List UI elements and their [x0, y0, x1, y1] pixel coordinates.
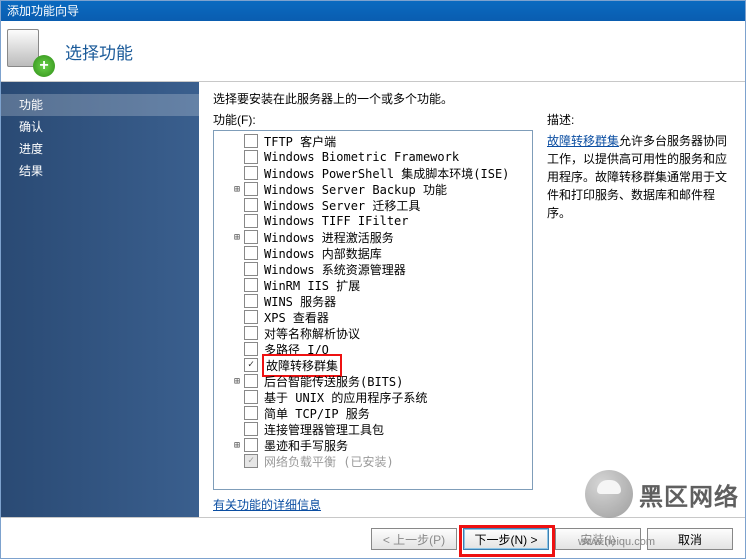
feature-checkbox[interactable] — [244, 150, 258, 164]
feature-checkbox[interactable] — [244, 326, 258, 340]
feature-checkbox[interactable] — [244, 246, 258, 260]
feature-label: TFTP 客户端 — [262, 133, 338, 150]
expand-plus-icon[interactable]: ⊞ — [230, 376, 244, 387]
feature-row[interactable]: ⊞ 墨迹和手写服务 — [216, 437, 532, 453]
feature-row[interactable]: 故障转移群集 — [216, 357, 532, 373]
feature-row[interactable]: WINS 服务器 — [216, 293, 532, 309]
feature-checkbox[interactable] — [244, 374, 258, 388]
description-text: 故障转移群集允许多台服务器协同工作，以提供高可用性的服务和应用程序。故障转移群集… — [547, 132, 735, 222]
watermark-url: www.heiqu.com — [578, 536, 655, 548]
sidebar-step[interactable]: 进度 — [1, 138, 199, 160]
feature-label: 墨迹和手写服务 — [262, 437, 350, 454]
prev-button[interactable]: < 上一步(P) — [371, 528, 457, 550]
feature-row[interactable]: 基于 UNIX 的应用程序子系统 — [216, 389, 532, 405]
sidebar-step[interactable]: 结果 — [1, 160, 199, 182]
feature-label: Windows Biometric Framework — [262, 150, 461, 164]
wizard-steps-sidebar: 功能确认进度结果 — [1, 82, 199, 517]
feature-row[interactable]: Windows TIFF IFilter — [216, 213, 532, 229]
feature-row[interactable]: Windows Biometric Framework — [216, 149, 532, 165]
page-title: 选择功能 — [65, 39, 133, 64]
feature-row[interactable]: WinRM IIS 扩展 — [216, 277, 532, 293]
feature-row[interactable]: ⊞ Windows Server Backup 功能 — [216, 181, 532, 197]
wizard-header: + 选择功能 — [1, 21, 745, 82]
feature-label: 后台智能传送服务(BITS) — [262, 373, 405, 390]
feature-checkbox[interactable] — [244, 390, 258, 404]
feature-label: Windows TIFF IFilter — [262, 214, 411, 228]
feature-checkbox — [244, 454, 258, 468]
feature-checkbox[interactable] — [244, 166, 258, 180]
intro-text: 选择要安装在此服务器上的一个或多个功能。 — [213, 90, 735, 107]
window-titlebar: 添加功能向导 — [1, 1, 745, 21]
feature-label: Windows 进程激活服务 — [262, 229, 396, 246]
feature-row[interactable]: Windows Server 迁移工具 — [216, 197, 532, 213]
window-title: 添加功能向导 — [7, 4, 79, 18]
feature-label: Windows Server 迁移工具 — [262, 197, 422, 214]
description-link[interactable]: 故障转移群集 — [547, 134, 619, 148]
feature-label: WINS 服务器 — [262, 293, 338, 310]
feature-checkbox[interactable] — [244, 438, 258, 452]
feature-label: XPS 查看器 — [262, 309, 331, 326]
wizard-window: 添加功能向导 + 选择功能 功能确认进度结果 选择要安装在此服务器上的一个或多个… — [0, 0, 746, 559]
feature-label: WinRM IIS 扩展 — [262, 277, 362, 294]
server-add-icon: + — [7, 29, 51, 73]
feature-row[interactable]: 连接管理器管理工具包 — [216, 421, 532, 437]
feature-row[interactable]: ⊞ 后台智能传送服务(BITS) — [216, 373, 532, 389]
more-info-link[interactable]: 有关功能的详细信息 — [213, 498, 321, 512]
feature-row[interactable]: Windows 系统资源管理器 — [216, 261, 532, 277]
feature-checkbox[interactable] — [244, 358, 258, 372]
feature-row[interactable]: ⊞ Windows 进程激活服务 — [216, 229, 532, 245]
feature-checkbox[interactable] — [244, 278, 258, 292]
features-label: 功能(F): — [213, 111, 533, 128]
expand-plus-icon[interactable]: ⊞ — [230, 232, 244, 243]
feature-checkbox[interactable] — [244, 214, 258, 228]
feature-label: 网络负载平衡 (已安装) — [262, 453, 396, 470]
feature-checkbox[interactable] — [244, 134, 258, 148]
cancel-button[interactable]: 取消 — [647, 528, 733, 550]
feature-label: 对等名称解析协议 — [262, 325, 362, 342]
feature-label: Windows 内部数据库 — [262, 245, 384, 262]
feature-checkbox[interactable] — [244, 294, 258, 308]
feature-row[interactable]: 网络负载平衡 (已安装) — [216, 453, 532, 469]
feature-checkbox[interactable] — [244, 310, 258, 324]
feature-checkbox[interactable] — [244, 198, 258, 212]
feature-row[interactable]: Windows 内部数据库 — [216, 245, 532, 261]
feature-label: Windows Server Backup 功能 — [262, 181, 449, 198]
feature-label: Windows 系统资源管理器 — [262, 261, 408, 278]
feature-checkbox[interactable] — [244, 406, 258, 420]
features-tree[interactable]: TFTP 客户端Windows Biometric FrameworkWindo… — [213, 130, 533, 490]
feature-row[interactable]: XPS 查看器 — [216, 309, 532, 325]
feature-row[interactable]: Windows PowerShell 集成脚本环境(ISE) — [216, 165, 532, 181]
feature-row[interactable]: 对等名称解析协议 — [216, 325, 532, 341]
feature-row[interactable]: 简单 TCP/IP 服务 — [216, 405, 532, 421]
feature-checkbox[interactable] — [244, 262, 258, 276]
description-label: 描述: — [547, 111, 735, 128]
next-button[interactable]: 下一步(N) > — [463, 528, 549, 550]
feature-checkbox[interactable] — [244, 182, 258, 196]
feature-label: 连接管理器管理工具包 — [262, 421, 386, 438]
wizard-main-panel: 选择要安装在此服务器上的一个或多个功能。 功能(F): TFTP 客户端Wind… — [199, 82, 745, 517]
feature-label: 简单 TCP/IP 服务 — [262, 405, 372, 422]
feature-row[interactable]: TFTP 客户端 — [216, 133, 532, 149]
expand-plus-icon[interactable]: ⊞ — [230, 440, 244, 451]
feature-label: Windows PowerShell 集成脚本环境(ISE) — [262, 165, 511, 182]
expand-plus-icon[interactable]: ⊞ — [230, 184, 244, 195]
feature-label: 基于 UNIX 的应用程序子系统 — [262, 389, 429, 406]
feature-checkbox[interactable] — [244, 230, 258, 244]
feature-checkbox[interactable] — [244, 342, 258, 356]
sidebar-step[interactable]: 确认 — [1, 116, 199, 138]
sidebar-step[interactable]: 功能 — [1, 94, 199, 116]
feature-checkbox[interactable] — [244, 422, 258, 436]
